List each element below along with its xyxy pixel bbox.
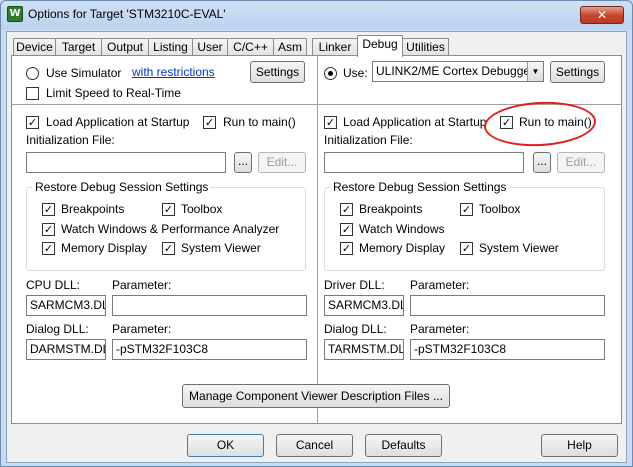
tab-debug[interactable]: Debug [357,35,403,57]
tab-linker[interactable]: Linker [312,38,358,56]
title-bar: W Options for Target 'STM3210C-EVAL' ✕ [1,1,632,29]
right-load-app-label: Load Application at Startup [343,115,487,129]
annotation-circle [482,99,598,149]
manage-component-viewer-button[interactable]: Manage Component Viewer Description File… [182,384,450,408]
use-simulator-radio[interactable] [26,67,39,80]
right-dialog-dll-label: Dialog DLL: [324,322,387,336]
right-system-viewer-checkbox[interactable]: ✓ [460,242,473,255]
left-dialog-param-input[interactable]: -pSTM32F103C8 [112,339,307,360]
simulator-settings-button[interactable]: Settings [250,61,305,83]
ok-button[interactable]: OK [187,434,264,457]
left-breakpoints-checkbox[interactable]: ✓ [42,203,55,216]
right-dialog-dll-input[interactable]: TARMSTM.DLL [324,339,404,360]
right-init-file-label: Initialization File: [324,133,413,147]
tab-asm[interactable]: Asm [273,38,307,56]
tab-target[interactable]: Target [55,38,102,56]
left-dialog-dll-label: Dialog DLL: [26,322,89,336]
tab-user[interactable]: User [192,38,228,56]
left-section-divider [12,104,317,105]
right-load-app-checkbox[interactable]: ✓ [324,116,337,129]
right-breakpoints-label: Breakpoints [359,202,423,216]
right-memory-display-label: Memory Display [359,241,446,255]
use-label: Use: [343,66,368,80]
dialog-client-area: Device Target Output Listing User C/C++ … [6,31,627,463]
left-watch-windows-label: Watch Windows & Performance Analyzer [61,222,280,236]
debugger-select-value: ULINK2/ME Cortex Debugger [376,64,535,78]
left-system-viewer-checkbox[interactable]: ✓ [162,242,175,255]
options-dialog: W Options for Target 'STM3210C-EVAL' ✕ D… [0,0,633,467]
right-init-file-input[interactable] [324,152,524,173]
limit-speed-label: Limit Speed to Real-Time [46,86,181,100]
use-simulator-label: Use Simulator [46,66,122,80]
tab-listing[interactable]: Listing [148,38,193,56]
defaults-button[interactable]: Defaults [365,434,442,457]
left-run-to-main-label: Run to main() [223,115,296,129]
right-dialog-param-input[interactable]: -pSTM32F103C8 [410,339,605,360]
right-watch-windows-checkbox[interactable]: ✓ [340,223,353,236]
left-run-to-main-checkbox[interactable]: ✓ [203,116,216,129]
right-restore-group-title: Restore Debug Session Settings [331,180,509,194]
left-toolbox-checkbox[interactable]: ✓ [162,203,175,216]
right-toolbox-label: Toolbox [479,202,521,216]
cpu-param-label: Parameter: [112,278,172,292]
right-toolbox-checkbox[interactable]: ✓ [460,203,473,216]
left-init-file-input[interactable] [26,152,226,173]
left-load-app-label: Load Application at Startup [46,115,190,129]
window-title: Options for Target 'STM3210C-EVAL' [28,7,226,21]
column-divider [317,56,318,424]
left-dialog-dll-input[interactable]: DARMSTM.DLL [26,339,106,360]
tab-device[interactable]: Device [13,38,56,56]
tab-output[interactable]: Output [101,38,149,56]
close-icon[interactable]: ✕ [580,6,624,24]
left-breakpoints-label: Breakpoints [61,202,125,216]
left-memory-display-label: Memory Display [61,241,148,255]
right-edit-button: Edit... [557,152,605,173]
left-browse-button[interactable]: ... [234,152,252,173]
left-restore-group-title: Restore Debug Session Settings [33,180,211,194]
right-dialog-param-label: Parameter: [410,322,470,336]
limit-speed-checkbox[interactable] [26,87,39,100]
left-init-file-label: Initialization File: [26,133,115,147]
help-button[interactable]: Help [541,434,618,457]
right-memory-display-checkbox[interactable]: ✓ [340,242,353,255]
cancel-button[interactable]: Cancel [276,434,353,457]
chevron-down-icon[interactable]: ▼ [527,62,543,81]
left-memory-display-checkbox[interactable]: ✓ [42,242,55,255]
left-edit-button: Edit... [258,152,306,173]
driver-param-label: Parameter: [410,278,470,292]
app-icon: W [7,6,23,22]
left-load-app-checkbox[interactable]: ✓ [26,116,39,129]
cpu-dll-label: CPU DLL: [26,278,81,292]
restrictions-link[interactable]: with restrictions [132,65,215,79]
left-dialog-param-label: Parameter: [112,322,172,336]
right-system-viewer-label: System Viewer [479,241,559,255]
right-browse-button[interactable]: ... [533,152,551,173]
tab-utilities[interactable]: Utilities [402,38,449,56]
cpu-dll-input[interactable]: SARMCM3.DLL [26,295,106,316]
debugger-settings-button[interactable]: Settings [550,61,605,83]
use-debugger-radio[interactable] [324,67,337,80]
driver-param-input[interactable] [410,295,605,316]
tab-c-cpp[interactable]: C/C++ [227,38,274,56]
driver-dll-label: Driver DLL: [324,278,385,292]
left-watch-windows-checkbox[interactable]: ✓ [42,223,55,236]
driver-dll-input[interactable]: SARMCM3.DLL [324,295,404,316]
left-system-viewer-label: System Viewer [181,241,261,255]
debug-tab-panel: Use Simulator with restrictions Settings… [11,55,622,424]
cpu-param-input[interactable] [112,295,307,316]
dialog-button-bar: OK Cancel Defaults Help [7,427,626,463]
right-breakpoints-checkbox[interactable]: ✓ [340,203,353,216]
debugger-select[interactable]: ULINK2/ME Cortex Debugger ▼ [372,61,544,82]
right-watch-windows-label: Watch Windows [359,222,445,236]
left-toolbox-label: Toolbox [181,202,223,216]
